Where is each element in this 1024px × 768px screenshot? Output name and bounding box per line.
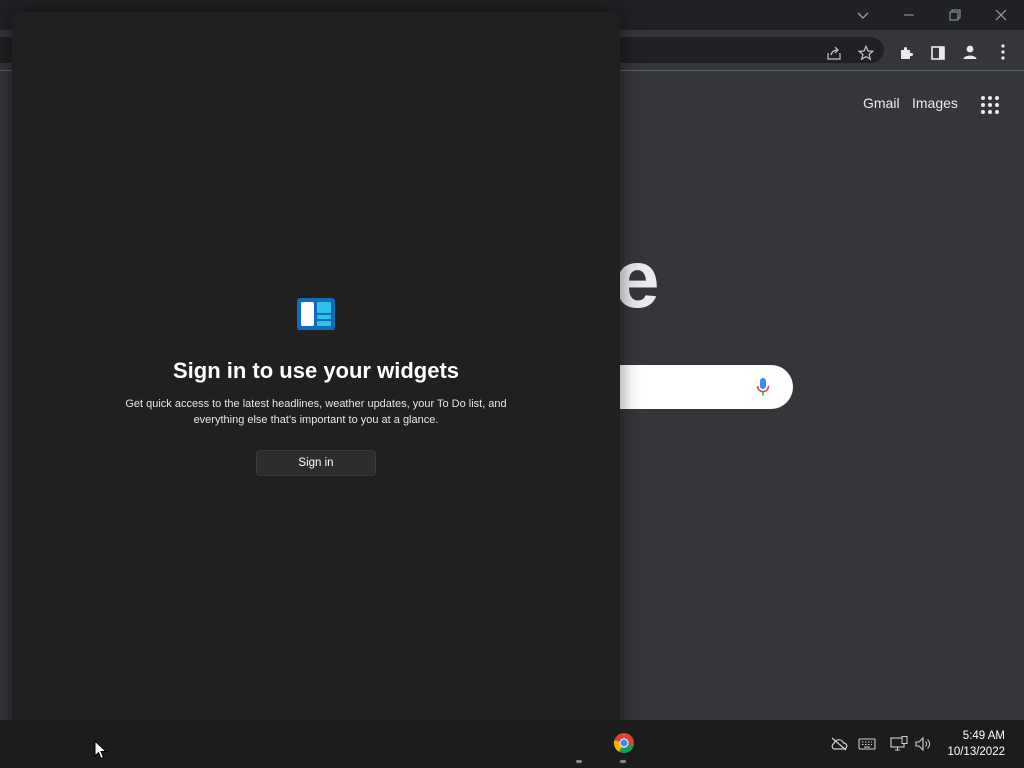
clock-date: 10/13/2022 — [947, 746, 1005, 758]
chevron-down-icon[interactable] — [851, 4, 875, 26]
keyboard-icon[interactable] — [857, 734, 877, 754]
widgets-panel: Sign in to use your widgets Get quick ac… — [12, 12, 620, 768]
profile-icon[interactable] — [960, 42, 980, 62]
widgets-signin-description: Get quick access to the latest headlines… — [125, 398, 507, 426]
network-icon[interactable] — [889, 734, 909, 754]
onedrive-offline-icon[interactable] — [829, 734, 849, 754]
taskbar-indicator — [576, 760, 582, 763]
gmail-link[interactable]: Gmail — [863, 95, 900, 111]
side-panel-icon[interactable] — [928, 43, 948, 63]
taskbar: 5:49 AM 10/13/2022 — [0, 720, 1024, 768]
chrome-icon[interactable] — [613, 732, 635, 754]
share-icon[interactable] — [824, 43, 844, 63]
kebab-menu-icon[interactable] — [993, 42, 1013, 62]
taskbar-indicator — [620, 760, 626, 763]
puzzle-icon[interactable] — [896, 43, 916, 63]
close-icon[interactable] — [989, 4, 1013, 26]
search-input[interactable] — [600, 365, 793, 409]
star-icon[interactable] — [856, 43, 876, 63]
sign-in-button[interactable]: Sign in — [256, 450, 376, 476]
volume-icon[interactable] — [913, 734, 933, 754]
widgets-signin-title: Sign in to use your widgets — [172, 358, 460, 383]
apps-grid-icon[interactable] — [980, 95, 1000, 115]
images-link[interactable]: Images — [912, 95, 958, 111]
system-clock[interactable]: 5:49 AM 10/13/2022 — [947, 728, 1005, 760]
minimize-icon[interactable] — [897, 4, 921, 26]
google-logo-partial: e — [614, 234, 660, 325]
widgets-icon — [297, 298, 335, 330]
mouse-cursor-icon — [94, 739, 108, 760]
microphone-icon[interactable] — [756, 377, 770, 397]
restore-icon[interactable] — [943, 4, 967, 26]
clock-time: 5:49 AM — [962, 730, 1005, 742]
